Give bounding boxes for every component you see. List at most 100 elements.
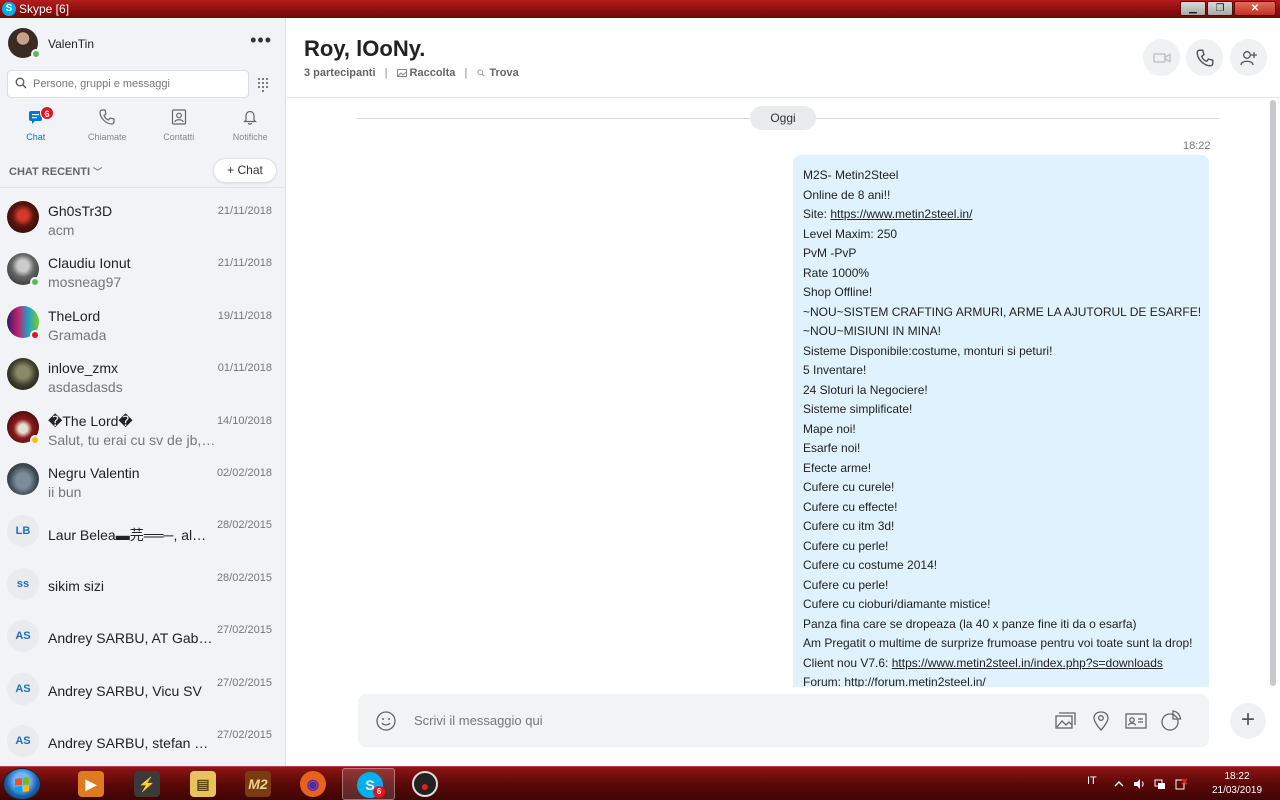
avatar (7, 462, 39, 495)
search-input[interactable]: Persone, gruppi e messaggi (7, 70, 249, 98)
taskbar-recorder[interactable]: ● (398, 768, 451, 800)
chat-list-item[interactable]: AS Andrey SARBU, Vicu SV 27/02/2015 (0, 664, 285, 716)
video-call-button[interactable] (1143, 39, 1180, 76)
emoji-icon[interactable] (375, 710, 397, 732)
message-line: Cufere cu itm 3d! (803, 519, 895, 533)
more-options-button[interactable]: ••• (250, 30, 272, 51)
chat-date: 02/02/2018 (216, 466, 272, 479)
tab-notifications[interactable]: Notifiche (215, 106, 286, 150)
profile-name[interactable]: ValenTin (48, 37, 94, 51)
taskbar-metin2[interactable]: M2 (231, 768, 284, 800)
new-chat-button[interactable]: + Chat (213, 158, 277, 183)
chat-preview: asdasdasds (48, 379, 123, 396)
chat-list-item[interactable]: Claudiu Ionut mosneag97 21/11/2018 (0, 244, 285, 296)
close-button[interactable]: ✕ (1234, 1, 1276, 16)
message-line: 24 Sloturi la Negociere! (803, 382, 928, 397)
chat-name: inlove_zmx (48, 360, 119, 377)
chat-date: 27/02/2015 (216, 728, 272, 741)
tab-label: Contatti (163, 132, 195, 142)
message-line: Sisteme Disponibile:costume, monturi si … (803, 343, 1053, 358)
chat-name: Claudiu Ionut (48, 255, 131, 272)
chat-list-item[interactable]: Negru Valentin ii bun 02/02/2018 (0, 454, 285, 506)
maximize-button[interactable]: ❐ (1207, 1, 1233, 16)
find-link[interactable]: Trova (489, 67, 518, 79)
location-pin-icon[interactable] (1089, 709, 1113, 733)
clock[interactable]: 18:22 21/03/2019 (1205, 770, 1269, 798)
chat-preview: Gramada (48, 326, 107, 343)
media-player-icon: ▶ (78, 771, 104, 797)
tab-contacts[interactable]: Contatti (143, 106, 215, 150)
message-line: Forum: http://forum.metin2steel.in/ (803, 675, 986, 687)
message-line: Client nou V7.6: https://www.metin2steel… (803, 654, 1199, 674)
action-center-icon[interactable] (1174, 777, 1188, 791)
chat-list-item[interactable]: Gh0sTr3D acm 21/11/2018 (0, 192, 285, 244)
profile-header: ValenTin ••• (8, 28, 278, 60)
chat-list-item[interactable]: ss sikim sizi 28/02/2015 (0, 559, 285, 611)
client-download-link[interactable]: https://www.metin2steel.in/index.php?s=d… (892, 656, 1163, 670)
chat-list-item[interactable]: LB Laur Belea▬芫══─, alec... 28/02/2015 (0, 506, 285, 558)
away-status-icon (30, 434, 40, 445)
avatar-initials: ss (7, 567, 39, 600)
chat-list-item[interactable]: �The Lord� Salut, tu erai cu sv de jb, p… (0, 402, 285, 454)
message-line: Cufere cu effecte! (803, 499, 898, 514)
taskbar-firefox[interactable]: ◉ (286, 768, 339, 800)
scrollbar-thumb[interactable] (1270, 100, 1276, 686)
contact-card-icon[interactable] (1124, 709, 1148, 733)
taskbar: ▶ ⚡ ▤ M2 ◉ S6 ● IT 18:22 21/03/2019 (0, 766, 1280, 800)
chat-list: Gh0sTr3D acm 21/11/2018 Claudiu Ionut mo… (0, 192, 285, 766)
sidebar: ValenTin ••• Persone, gruppi e messaggi … (0, 18, 286, 766)
window-title: Skype [6] (19, 2, 70, 16)
message-line: Shop Offline! (803, 285, 873, 299)
dialpad-icon[interactable] (253, 74, 273, 94)
message-bubble[interactable]: M2S- Metin2Steel Online de 8 ani!! Site:… (793, 155, 1209, 687)
media-gallery-icon[interactable] (1053, 709, 1077, 733)
message-line: Mape noi! (803, 421, 856, 436)
avatar-initials: AS (7, 724, 39, 757)
tab-chat[interactable]: 6 Chat (0, 106, 72, 150)
chat-list-item[interactable]: AS Andrey SARBU, stefan sc... 27/02/2015 (0, 716, 285, 766)
minimize-button[interactable]: ▁ (1180, 1, 1206, 16)
chat-list-item[interactable]: AS Andrey SARBU, AT GabyR... 27/02/2015 (0, 611, 285, 663)
phone-icon (1196, 49, 1214, 67)
nav-tabs: 6 Chat Chiamate Contatti Notifiche (0, 106, 286, 150)
message-line: Am Pregatit o multime de surprize frumoa… (803, 636, 1193, 650)
recent-chats-dropdown[interactable]: CHAT RECENTI ﹀ (9, 165, 102, 178)
conversation-title[interactable]: Roy, lOoNy. (304, 36, 425, 62)
chat-list-item[interactable]: inlove_zmx asdasdasds 01/11/2018 (0, 349, 285, 401)
gallery-link[interactable]: Raccolta (410, 67, 456, 79)
add-content-button[interactable]: + (1230, 703, 1266, 739)
add-participant-button[interactable] (1230, 39, 1267, 76)
poll-icon[interactable] (1159, 709, 1183, 733)
start-button[interactable] (3, 768, 41, 800)
taskbar-explorer[interactable]: ▤ (176, 768, 229, 800)
gallery-icon (396, 69, 407, 77)
message-line: ~NOU~MISIUNI IN MINA! (803, 324, 942, 338)
message-text: Site: (803, 207, 831, 221)
taskbar-media-player[interactable]: ▶ (64, 768, 117, 800)
taskbar-winamp[interactable]: ⚡ (120, 768, 173, 800)
recent-chats-header: CHAT RECENTI ﹀ + Chat (0, 158, 285, 188)
metin2-icon: M2 (245, 771, 271, 797)
message-line: Cufere cu perle! (803, 577, 889, 592)
site-link[interactable]: https://www.metin2steel.in/ (830, 207, 972, 221)
chat-name: TheLord (48, 307, 101, 324)
audio-call-button[interactable] (1186, 39, 1223, 76)
phone-icon (99, 109, 115, 125)
message-line: Efecte arme! (803, 460, 872, 475)
message-text: Client nou V7.6: (803, 655, 892, 670)
chat-list-item[interactable]: TheLord Gramada 19/11/2018 (0, 297, 285, 349)
language-indicator[interactable]: IT (1087, 775, 1097, 787)
chat-name: Andrey SARBU, Vicu SV (48, 682, 202, 699)
taskbar-skype[interactable]: S6 (342, 768, 395, 800)
tab-calls[interactable]: Chiamate (72, 106, 144, 150)
tab-label: Chiamate (87, 132, 127, 142)
tray-arrow-icon[interactable] (1112, 777, 1126, 791)
message-scrollbar[interactable] (1269, 100, 1277, 686)
message-line: Esarfe noi! (803, 441, 861, 455)
participants-link[interactable]: 3 partecipanti (304, 67, 376, 79)
volume-icon[interactable] (1132, 777, 1146, 791)
recent-chats-label: CHAT RECENTI (9, 166, 91, 178)
message-input[interactable]: Scrivi il messaggio qui (414, 713, 543, 728)
chat-date: 28/02/2015 (216, 571, 272, 584)
network-icon[interactable] (1153, 777, 1167, 791)
